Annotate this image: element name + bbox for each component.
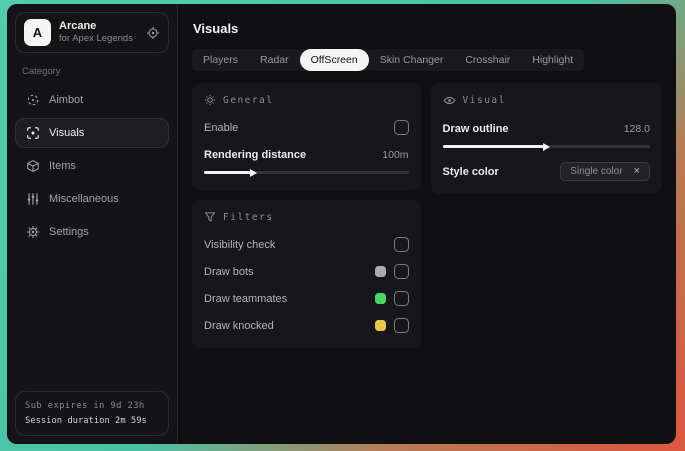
- session-duration-text: Session duration 2m 59s: [25, 415, 147, 426]
- page-title: Visuals: [193, 21, 239, 36]
- desktop-background: A Arcane for Apex Legends Category Aimbo…: [0, 0, 685, 451]
- visual-panel: Visual Draw outline 128.0 Style color Si…: [430, 83, 662, 194]
- sun-icon: [204, 94, 216, 106]
- draw-teammates-row: Draw teammates: [204, 289, 409, 308]
- package-icon: [25, 159, 40, 173]
- brand-text: Arcane for Apex Legends: [59, 20, 138, 46]
- left-column: General Enable Rendering distance 100m F…: [192, 83, 421, 348]
- draw-teammates-label: Draw teammates: [204, 292, 288, 305]
- sidebar-item-label: Miscellaneous: [49, 193, 119, 205]
- draw-bots-checkbox[interactable]: [393, 264, 409, 279]
- tab-crosshair[interactable]: Crosshair: [454, 49, 521, 71]
- draw-outline-slider[interactable]: [442, 142, 650, 151]
- sidebar-item-label: Settings: [49, 226, 89, 238]
- general-panel-header: General: [204, 94, 409, 106]
- general-panel: General Enable Rendering distance 100m: [192, 83, 421, 190]
- visibility-check-row: Visibility check: [204, 235, 409, 254]
- style-color-row: Style color Single color ×: [443, 162, 650, 181]
- sub-expires-text: Sub expires in 9d 23h: [25, 401, 145, 411]
- brand-card: A Arcane for Apex Legends: [15, 12, 169, 53]
- close-icon[interactable]: ×: [634, 166, 640, 177]
- panels-area: General Enable Rendering distance 100m F…: [192, 83, 662, 348]
- draw-bots-label: Draw bots: [204, 265, 254, 278]
- right-column: Visual Draw outline 128.0 Style color Si…: [430, 83, 662, 194]
- sidebar-item-aimbot[interactable]: Aimbot: [15, 85, 169, 115]
- draw-outline-label: Draw outline: [442, 122, 509, 135]
- rendering-distance-row: Rendering distance 100m: [204, 145, 409, 164]
- scan-icon: [25, 126, 40, 140]
- style-color-select[interactable]: Single color ×: [560, 162, 650, 181]
- sliders-icon: [25, 192, 40, 206]
- sidebar-item-items[interactable]: Items: [15, 151, 169, 181]
- visibility-check-checkbox[interactable]: [393, 237, 409, 252]
- style-color-selected-value: Single color: [570, 166, 623, 177]
- enable-row: Enable: [204, 118, 409, 137]
- filters-panel-title: Filters: [223, 211, 274, 223]
- draw-outline-value: 128.0: [623, 122, 650, 135]
- category-label: Category: [22, 66, 61, 77]
- sidebar: A Arcane for Apex Legends Category Aimbo…: [7, 4, 178, 444]
- main-content: Visuals Players Radar OffScreen Skin Cha…: [178, 4, 676, 444]
- general-panel-title: General: [223, 94, 274, 106]
- draw-bots-row: Draw bots: [204, 262, 409, 281]
- visual-panel-header: Visual: [443, 94, 650, 107]
- filters-panel-header: Filters: [204, 211, 409, 223]
- style-color-label: Style color: [442, 165, 499, 178]
- header-gear-icon[interactable]: [146, 26, 160, 40]
- enable-label: Enable: [204, 121, 239, 134]
- draw-knocked-checkbox[interactable]: [393, 318, 409, 333]
- sidebar-item-label: Visuals: [49, 127, 85, 139]
- visibility-check-label: Visibility check: [204, 238, 276, 251]
- tab-offscreen[interactable]: OffScreen: [299, 49, 369, 71]
- app-subtitle: for Apex Legends: [59, 33, 133, 45]
- gear-icon: [25, 225, 40, 239]
- sidebar-item-label: Items: [49, 160, 76, 172]
- filters-panel: Filters Visibility check Draw bots Draw …: [192, 200, 421, 348]
- slider-fill-thumb[interactable]: [204, 168, 258, 177]
- tab-highlight[interactable]: Highlight: [521, 49, 584, 71]
- subscription-info-card: Sub expires in 9d 23h Session duration 2…: [15, 391, 169, 436]
- draw-teammates-color-swatch[interactable]: [374, 293, 386, 304]
- draw-outline-row: Draw outline 128.0: [443, 119, 650, 138]
- draw-knocked-row: Draw knocked: [204, 316, 409, 335]
- funnel-icon: [204, 211, 216, 223]
- draw-bots-color-swatch[interactable]: [374, 266, 386, 277]
- sidebar-item-label: Aimbot: [49, 94, 84, 106]
- tab-skin-changer[interactable]: Skin Changer: [369, 49, 455, 71]
- rendering-distance-slider[interactable]: [204, 168, 409, 177]
- tab-radar[interactable]: Radar: [249, 49, 300, 71]
- tab-players[interactable]: Players: [192, 49, 249, 71]
- eye-icon: [443, 94, 456, 107]
- sidebar-item-miscellaneous[interactable]: Miscellaneous: [15, 184, 169, 214]
- app-window: A Arcane for Apex Legends Category Aimbo…: [7, 4, 676, 444]
- sidebar-item-visuals[interactable]: Visuals: [15, 118, 169, 148]
- draw-knocked-color-swatch[interactable]: [374, 320, 386, 331]
- rendering-distance-value: 100m: [382, 148, 409, 161]
- tab-bar: Players Radar OffScreen Skin Changer Cro…: [192, 49, 585, 71]
- app-logo: A: [24, 19, 51, 46]
- rendering-distance-label: Rendering distance: [204, 148, 307, 161]
- app-title: Arcane: [59, 19, 97, 32]
- sidebar-item-settings[interactable]: Settings: [15, 217, 169, 247]
- visual-panel-title: Visual: [462, 95, 506, 106]
- slider-fill-thumb[interactable]: [442, 142, 550, 151]
- enable-checkbox[interactable]: [393, 120, 409, 135]
- draw-teammates-checkbox[interactable]: [393, 291, 409, 306]
- crosshair-icon: [25, 93, 40, 107]
- draw-knocked-label: Draw knocked: [204, 319, 274, 332]
